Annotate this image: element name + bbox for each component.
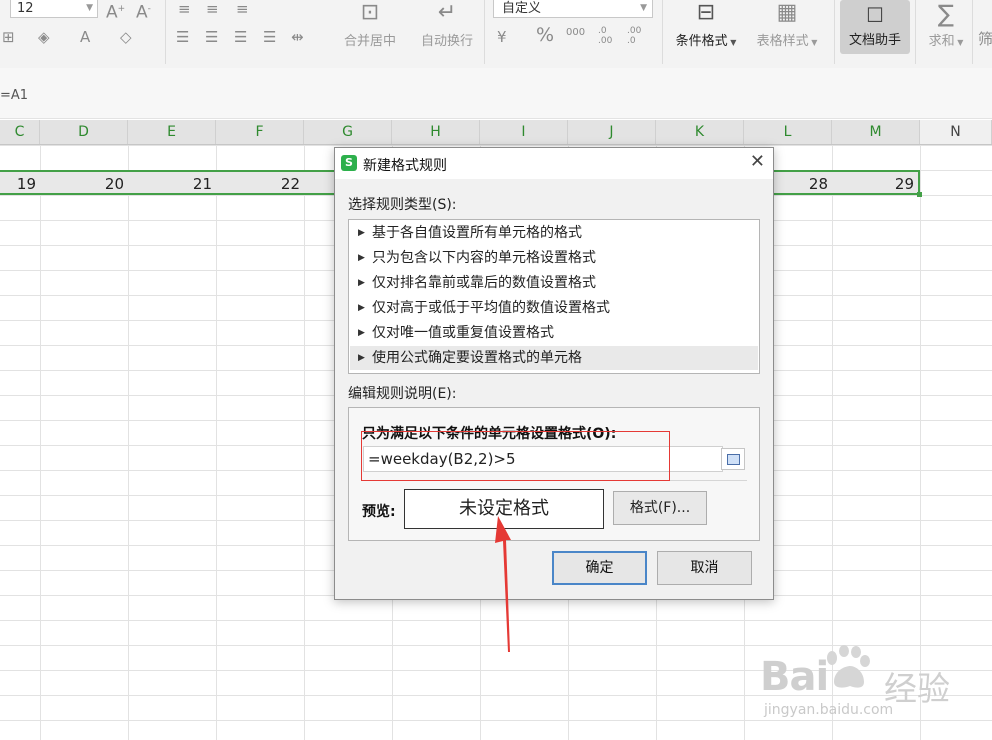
annotation-arrow-icon [495,516,511,652]
watermark-url: jingyan.baidu.com [764,702,894,718]
watermark-brand: Bai [760,654,829,700]
watermark-brand-cn: 经验 [884,669,950,708]
watermark: Bai 经验 jingyan.baidu.com [760,640,990,730]
paw-icon [827,645,870,688]
